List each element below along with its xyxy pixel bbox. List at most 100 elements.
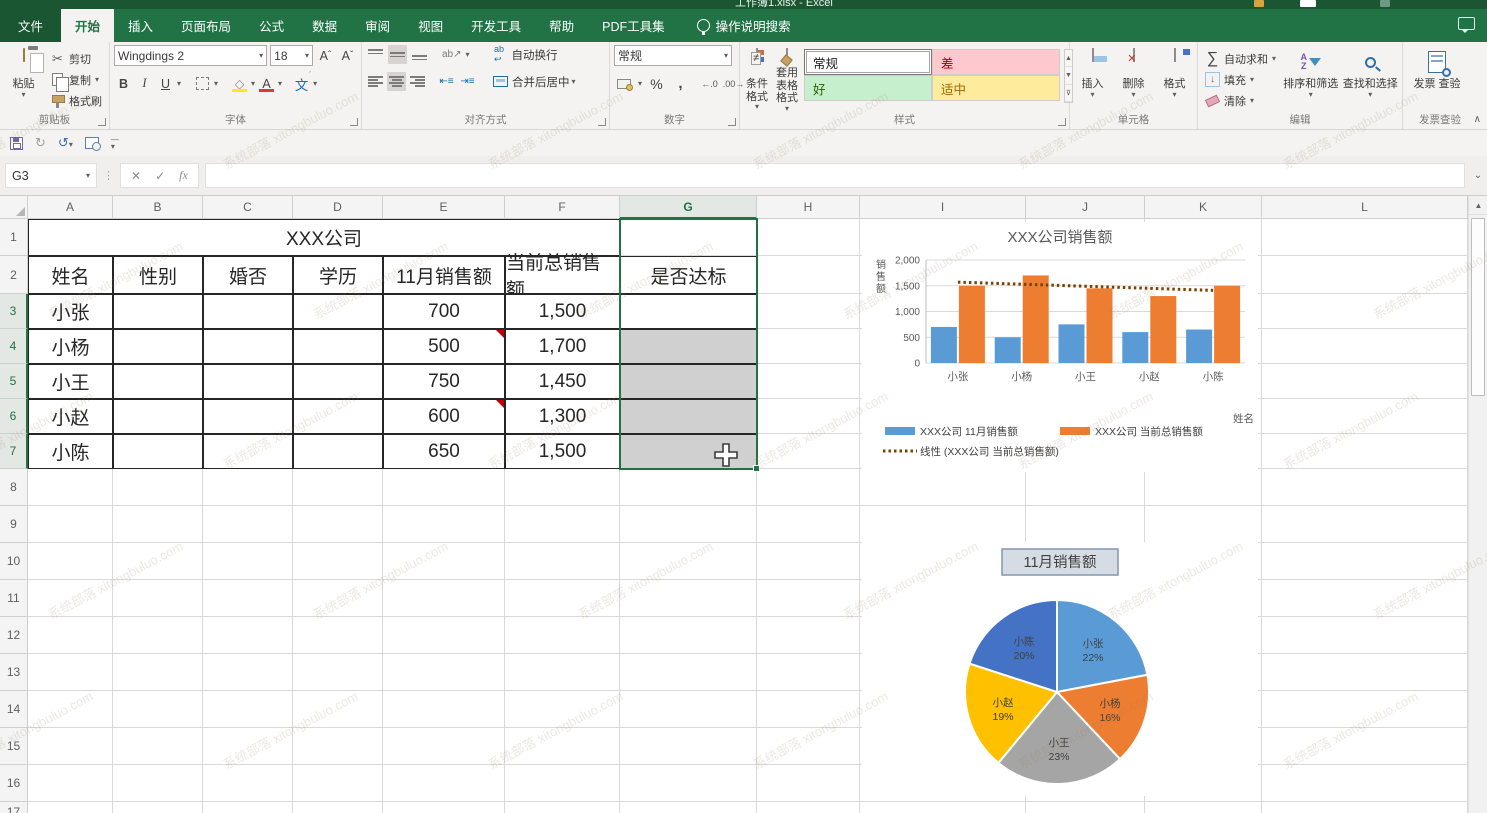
cell-B8[interactable] — [113, 469, 203, 506]
cell-C9[interactable] — [203, 506, 293, 543]
cell-E11[interactable] — [383, 580, 505, 617]
cell-E17[interactable] — [383, 802, 505, 813]
column-header-A[interactable]: A — [28, 196, 113, 219]
format-cells-button[interactable]: 格式▾ — [1156, 45, 1193, 113]
cell-B13[interactable] — [113, 654, 203, 691]
table-header-是否达标[interactable]: 是否达标 — [620, 256, 757, 294]
increase-indent-icon[interactable]: ⇥≡ — [458, 72, 477, 91]
cell-F11[interactable] — [505, 580, 620, 617]
row-header-4[interactable]: 4 — [0, 329, 28, 364]
cell-G17[interactable] — [620, 802, 757, 813]
cell-L17[interactable] — [1262, 802, 1468, 813]
cell-D15[interactable] — [293, 728, 383, 765]
cell-L4[interactable] — [1262, 329, 1468, 364]
number-format-combo[interactable]: 常规▾ — [614, 45, 732, 66]
cell-H12[interactable] — [757, 617, 860, 654]
cell-B16[interactable] — [113, 765, 203, 802]
column-header-H[interactable]: H — [757, 196, 860, 219]
table-cell-D7[interactable] — [293, 434, 383, 469]
cell-C16[interactable] — [203, 765, 293, 802]
cell-C14[interactable] — [203, 691, 293, 728]
row-header-17[interactable]: 17 — [0, 802, 28, 813]
table-cell-G5[interactable] — [620, 364, 757, 399]
scroll-up-icon[interactable]: ▲ — [1469, 196, 1487, 215]
tab-页面布局[interactable]: 页面布局 — [167, 9, 245, 42]
increase-font-icon[interactable]: Aˆ — [316, 46, 335, 65]
cell-I8[interactable] — [860, 469, 1026, 506]
table-cell-F5[interactable]: 1,450 — [505, 364, 620, 399]
table-cell-C4[interactable] — [203, 329, 293, 364]
cell-D8[interactable] — [293, 469, 383, 506]
cell-A9[interactable] — [28, 506, 113, 543]
font-color-button[interactable]: A — [257, 74, 276, 93]
undo-icon[interactable]: ↺▾ — [58, 135, 73, 151]
tab-file[interactable]: 文件 — [0, 9, 61, 42]
table-header-性别[interactable]: 性别 — [113, 256, 203, 294]
cell-A13[interactable] — [28, 654, 113, 691]
cell-L13[interactable] — [1262, 654, 1468, 691]
cell-C13[interactable] — [203, 654, 293, 691]
cell-F13[interactable] — [505, 654, 620, 691]
cell-F10[interactable] — [505, 543, 620, 580]
bold-button[interactable]: B — [114, 74, 133, 93]
cell-A16[interactable] — [28, 765, 113, 802]
cell-D9[interactable] — [293, 506, 383, 543]
cell-G9[interactable] — [620, 506, 757, 543]
cell-L3[interactable] — [1262, 294, 1468, 329]
cell-J17[interactable] — [1026, 802, 1145, 813]
redo-icon[interactable]: ↻ — [35, 135, 46, 151]
table-cell-C6[interactable] — [203, 399, 293, 434]
cell-D10[interactable] — [293, 543, 383, 580]
cell-E14[interactable] — [383, 691, 505, 728]
align-top-icon[interactable] — [366, 45, 385, 64]
table-header-婚否[interactable]: 婚否 — [203, 256, 293, 294]
cell-E10[interactable] — [383, 543, 505, 580]
align-middle-icon[interactable] — [388, 45, 407, 64]
tab-开始[interactable]: 开始 — [61, 9, 114, 42]
paste-button[interactable]: 粘贴▾ — [4, 45, 43, 113]
table-cell-D3[interactable] — [293, 294, 383, 329]
table-cell-E4[interactable]: 500 — [383, 329, 505, 364]
cell-B15[interactable] — [113, 728, 203, 765]
row-header-15[interactable]: 15 — [0, 728, 28, 765]
cell-H11[interactable] — [757, 580, 860, 617]
cell-C12[interactable] — [203, 617, 293, 654]
table-cell-F6[interactable]: 1,300 — [505, 399, 620, 434]
cell-F14[interactable] — [505, 691, 620, 728]
table-cell-D5[interactable] — [293, 364, 383, 399]
column-header-G[interactable]: G — [620, 196, 757, 219]
find-select-button[interactable]: 查找和选择▾ — [1343, 45, 1398, 113]
font-dialog-launcher[interactable] — [350, 118, 358, 126]
row-header-12[interactable]: 12 — [0, 617, 28, 654]
enter-icon[interactable]: ✓ — [155, 169, 165, 183]
tab-数据[interactable]: 数据 — [298, 9, 351, 42]
invoice-verify-button[interactable]: 发票 查验 — [1407, 45, 1467, 113]
table-cell-C3[interactable] — [203, 294, 293, 329]
table-cell-A5[interactable]: 小王 — [28, 364, 113, 399]
orientation-button[interactable]: ab↗ — [441, 45, 463, 64]
cell-L7[interactable] — [1262, 434, 1468, 469]
save-icon[interactable] — [10, 137, 23, 150]
row-header-5[interactable]: 5 — [0, 364, 28, 399]
cut-button[interactable]: ✂剪切 — [47, 49, 105, 68]
cell-E8[interactable] — [383, 469, 505, 506]
cell-E15[interactable] — [383, 728, 505, 765]
column-header-B[interactable]: B — [113, 196, 203, 219]
cell-K17[interactable] — [1145, 802, 1262, 813]
cell-G16[interactable] — [620, 765, 757, 802]
clear-button[interactable]: 清除▾ — [1202, 91, 1279, 110]
cell-L6[interactable] — [1262, 399, 1468, 434]
cell-L8[interactable] — [1262, 469, 1468, 506]
cell-F8[interactable] — [505, 469, 620, 506]
cell-L10[interactable] — [1262, 543, 1468, 580]
cell-H2[interactable] — [757, 256, 860, 294]
row-header-13[interactable]: 13 — [0, 654, 28, 691]
cell-H17[interactable] — [757, 802, 860, 813]
align-left-icon[interactable] — [366, 72, 385, 91]
cell-L12[interactable] — [1262, 617, 1468, 654]
cell-A17[interactable] — [28, 802, 113, 813]
underline-button[interactable]: U — [156, 74, 175, 93]
cell-B11[interactable] — [113, 580, 203, 617]
scrollbar-thumb[interactable] — [1471, 218, 1485, 396]
style-tile-差[interactable]: 差 — [932, 49, 1060, 75]
